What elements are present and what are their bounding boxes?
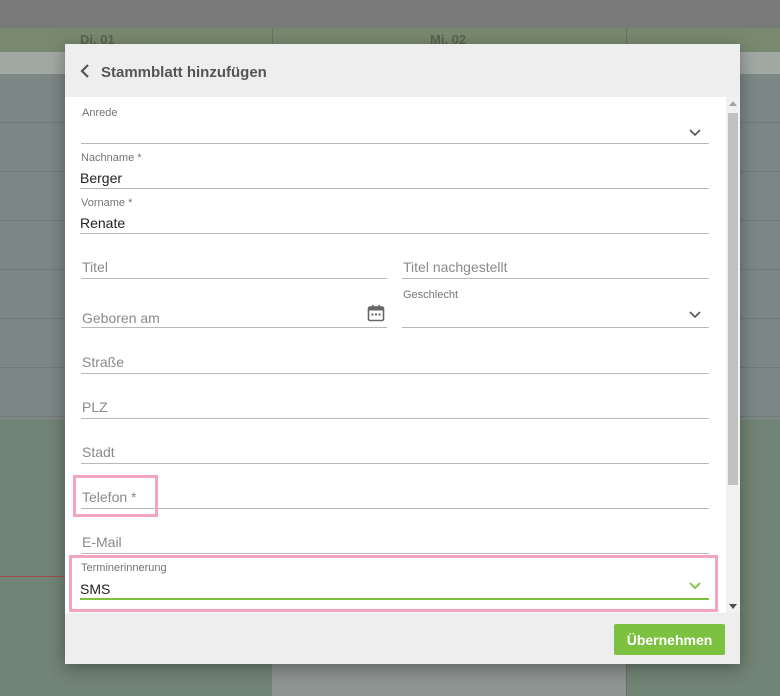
last-name-label: Nachname * bbox=[81, 152, 142, 164]
gender-label: Geschlecht bbox=[403, 289, 459, 301]
first-name-value: Renate bbox=[80, 215, 126, 231]
chevron-down-icon bbox=[689, 311, 701, 319]
zip-field[interactable]: PLZ bbox=[81, 397, 709, 419]
scroll-down-arrow[interactable] bbox=[729, 604, 737, 609]
dialog-title: Stammblatt hinzufügen bbox=[101, 64, 267, 81]
salutation-select[interactable]: Anrede bbox=[81, 107, 709, 144]
dialog-scrollbar[interactable] bbox=[726, 97, 740, 613]
birth-date-field[interactable]: Geboren am bbox=[81, 301, 387, 328]
scroll-up-arrow[interactable] bbox=[729, 101, 737, 106]
email-placeholder: E-Mail bbox=[82, 534, 122, 550]
reminder-highlight-box bbox=[69, 555, 718, 612]
calendar-cell bbox=[272, 662, 626, 696]
street-field[interactable]: Straße bbox=[81, 352, 709, 374]
city-placeholder: Stadt bbox=[82, 444, 115, 460]
chevron-left-icon[interactable] bbox=[79, 64, 91, 78]
zip-placeholder: PLZ bbox=[82, 399, 108, 415]
scroll-thumb[interactable] bbox=[728, 113, 738, 485]
street-placeholder: Straße bbox=[82, 354, 125, 370]
first-name-field[interactable]: Vorname * Renate bbox=[80, 197, 709, 234]
add-record-dialog: Stammblatt hinzufügen Anrede Nachname * … bbox=[65, 44, 740, 664]
birth-date-placeholder: Geboren am bbox=[82, 310, 160, 326]
current-time-line bbox=[0, 576, 66, 577]
submit-button[interactable]: Übernehmen bbox=[614, 624, 725, 655]
title-placeholder: Titel bbox=[82, 259, 108, 275]
first-name-label: Vorname * bbox=[81, 197, 133, 209]
chevron-down-icon bbox=[689, 129, 701, 137]
calendar-icon[interactable] bbox=[367, 304, 385, 322]
dialog-footer: Übernehmen bbox=[65, 613, 740, 664]
title-field[interactable]: Titel bbox=[81, 257, 387, 279]
calendar-header-bar bbox=[0, 0, 780, 28]
dialog-form: Anrede Nachname * Berger Vorname * Renat… bbox=[65, 97, 740, 613]
email-field[interactable]: E-Mail bbox=[81, 532, 709, 554]
phone-field[interactable]: Telefon * bbox=[81, 487, 709, 509]
gender-select[interactable]: Geschlecht bbox=[402, 289, 709, 328]
salutation-label: Anrede bbox=[82, 107, 118, 119]
last-name-value: Berger bbox=[80, 170, 123, 186]
city-field[interactable]: Stadt bbox=[81, 442, 709, 464]
dialog-header: Stammblatt hinzufügen bbox=[65, 44, 740, 97]
phone-highlight-box bbox=[73, 475, 158, 517]
last-name-field[interactable]: Nachname * Berger bbox=[80, 152, 709, 189]
suffix-title-placeholder: Titel nachgestellt bbox=[403, 259, 508, 275]
suffix-title-field[interactable]: Titel nachgestellt bbox=[402, 257, 709, 279]
